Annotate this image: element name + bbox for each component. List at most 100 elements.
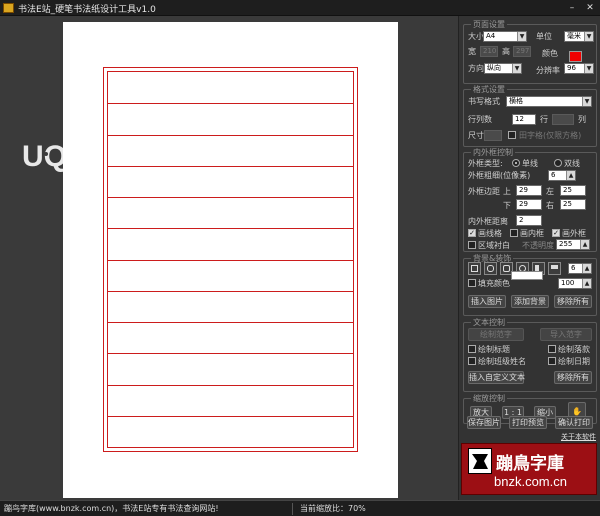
bottom-margin-field[interactable]: 29 [516, 199, 542, 210]
unit-label: 单位 [536, 32, 552, 41]
right-margin-field[interactable]: 25 [560, 199, 586, 210]
cell-size-field[interactable] [484, 130, 502, 141]
insert-image-button[interactable]: 插入图片 [468, 295, 506, 308]
shape-count-spinner[interactable]: 6 ▲ [568, 263, 592, 274]
cell-size-label: 尺寸 [468, 131, 484, 140]
inner-frame-label: 画内框 [520, 229, 544, 238]
logo-chinese-text: 蹦鳥字庫 [496, 454, 564, 474]
ruled-line [108, 228, 353, 229]
settings-panel: 页面设置 大小 A4 ▼ 单位 毫米 ▼ 宽 210 高 297 颜色 方向 纵向 ▼… [458, 16, 600, 500]
inner-frame [107, 71, 354, 448]
fill-white-checkbox[interactable] [468, 241, 476, 249]
ruled-line [108, 353, 353, 354]
gap-field[interactable]: 2 [516, 215, 542, 226]
color-label: 颜色 [542, 49, 558, 58]
width-field[interactable]: 210 [480, 46, 498, 57]
opacity-spinner[interactable]: 255 ▲ [556, 239, 590, 250]
tianzi-checkbox[interactable] [508, 131, 516, 139]
remove-all-text-button[interactable]: 移除所有 [554, 371, 592, 384]
draw-signature-checkbox[interactable] [548, 345, 556, 353]
ruled-line [108, 416, 353, 417]
thickness-spinner[interactable]: 6 ▲ [548, 170, 576, 181]
zoom-status: 当前缩放比：70% [300, 504, 366, 513]
minimize-button[interactable]: – [566, 2, 578, 14]
about-link[interactable]: 关于本软件 [561, 432, 596, 442]
print-button[interactable]: 确认打印 [555, 416, 593, 429]
bottom-margin-label: 下 [503, 201, 511, 210]
rows-field[interactable]: 12 [512, 114, 536, 125]
grid-format-legend: 格式设置 [471, 84, 507, 95]
draw-class-name-label: 绘制班级姓名 [478, 357, 526, 366]
frame-type-label: 外框类型: [468, 159, 503, 168]
orientation-label: 方向 [468, 64, 484, 73]
single-line-radio[interactable] [512, 159, 520, 167]
import-sample-text-button[interactable]: 导入范字 [540, 328, 592, 341]
draw-sample-text-button[interactable]: 绘制范字 [468, 328, 524, 341]
double-line-label: 双线 [564, 159, 580, 168]
row-line-checkbox[interactable]: ✓ [468, 229, 476, 237]
status-bar: 蹦鸟字库(www.bnzk.com.cn)，书法E站专有书法查询网站! 当前缩放… [0, 500, 600, 516]
text-group: 文本控制 绘制范字 导入范字 绘制标题 绘制落款 绘制班级姓名 绘制日期 插入自… [463, 317, 597, 392]
cols-field[interactable] [552, 114, 574, 125]
ruled-line [108, 385, 353, 386]
unit-select[interactable]: 毫米 ▼ [564, 31, 594, 42]
dpi-select[interactable]: 96 ▼ [564, 63, 594, 74]
square-shape-button[interactable] [468, 262, 481, 275]
fill-color-label: 填充颜色 [478, 279, 510, 288]
height-field[interactable]: 297 [513, 46, 531, 57]
banner-shape-button[interactable] [548, 262, 561, 275]
line-color-swatch[interactable] [569, 51, 582, 62]
title-bar: 书法E站_硬笔书法纸设计工具v1.0 – ✕ [0, 0, 600, 16]
spin-arrows-icon: ▲ [582, 264, 591, 273]
frame-legend: 内外框控制 [471, 147, 515, 158]
draw-class-name-checkbox[interactable] [468, 357, 476, 365]
chevron-down-icon: ▼ [517, 32, 526, 41]
paper-size-select[interactable]: A4 ▼ [483, 31, 527, 42]
rows-cols-label: 行列数 [468, 115, 492, 124]
left-margin-label: 左 [546, 187, 554, 196]
inner-frame-checkbox[interactable] [510, 229, 518, 237]
hand-icon: ✋ [572, 407, 582, 416]
rounded-shape-button[interactable] [484, 262, 497, 275]
top-margin-field[interactable]: 29 [516, 185, 542, 196]
orientation-select[interactable]: 纵向 ▼ [484, 63, 522, 74]
size-label: 大小 [468, 32, 484, 41]
draw-date-label: 绘制日期 [558, 357, 590, 366]
ruled-line [108, 197, 353, 198]
fill-color-checkbox[interactable] [468, 279, 476, 287]
remove-all-decor-button[interactable]: 移除所有 [554, 295, 592, 308]
width-label: 宽 [468, 47, 476, 56]
save-image-button[interactable]: 保存图片 [467, 416, 501, 429]
tianzi-label: 田字格(仅限方格) [519, 131, 582, 140]
add-background-button[interactable]: 添加背景 [511, 295, 549, 308]
canvas-area[interactable]: UQ [0, 16, 458, 500]
page-setup-group: 页面设置 大小 A4 ▼ 单位 毫米 ▼ 宽 210 高 297 颜色 方向 纵向 ▼… [463, 19, 597, 84]
left-margin-field[interactable]: 25 [560, 185, 586, 196]
format-select[interactable]: 横格 ▼ [506, 96, 592, 107]
margin-label: 外框边距 [468, 187, 500, 196]
outer-frame-checkbox[interactable]: ✓ [552, 229, 560, 237]
cols-unit: 列 [578, 115, 586, 124]
fill-color-swatch[interactable] [511, 271, 543, 280]
zoom-legend: 缩放控制 [471, 393, 507, 404]
fill-opacity-spinner[interactable]: 100 ▲ [558, 278, 592, 289]
double-line-radio[interactable] [554, 159, 562, 167]
row-line-label: 画线格 [478, 229, 502, 238]
draw-title-checkbox[interactable] [468, 345, 476, 353]
insert-custom-text-button[interactable]: 插入自定义文本 [468, 371, 525, 384]
status-message: 蹦鸟字库(www.bnzk.com.cn)，书法E站专有书法查询网站! [4, 504, 219, 513]
spin-arrows-icon: ▲ [566, 171, 575, 180]
background-group: 背景&装饰 6 ▲ 填充颜色 100 ▲ 插入图片 添加背景 移除所有 [463, 253, 597, 316]
draw-date-checkbox[interactable] [548, 357, 556, 365]
logo-url-text: bnzk.com.cn [494, 474, 567, 489]
bird-stamp-icon [468, 448, 492, 474]
ruled-line [108, 135, 353, 136]
chevron-down-icon: ▼ [512, 64, 521, 73]
draw-title-label: 绘制标题 [478, 345, 510, 354]
page-setup-legend: 页面设置 [471, 19, 507, 30]
gap-label: 内外框距离 [468, 217, 508, 226]
svg-text:UQ: UQ [22, 140, 67, 173]
close-button[interactable]: ✕ [584, 2, 596, 14]
chevron-down-icon: ▼ [584, 32, 593, 41]
print-preview-button[interactable]: 打印预览 [509, 416, 547, 429]
